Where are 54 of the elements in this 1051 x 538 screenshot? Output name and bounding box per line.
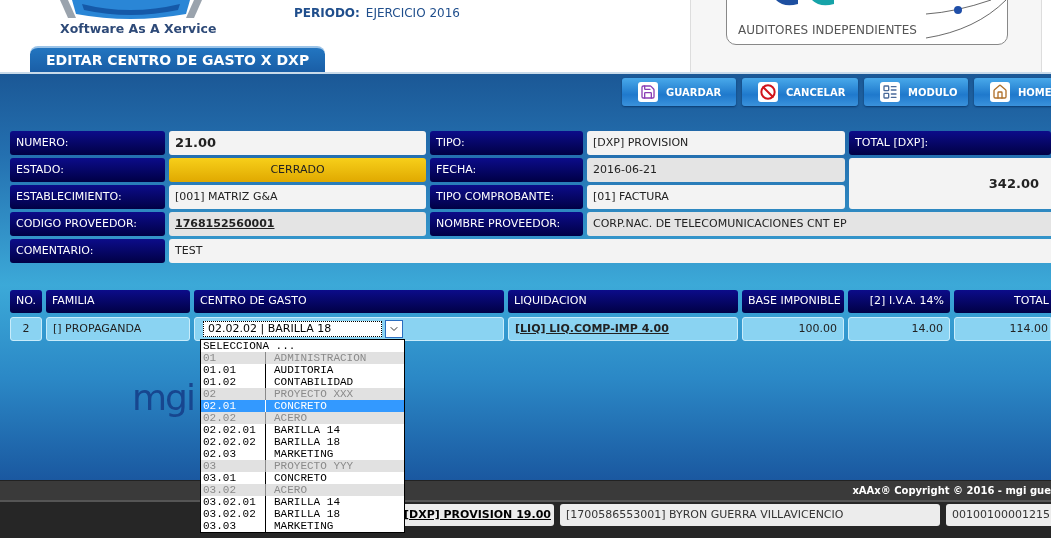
section-tab[interactable]: EDITAR CENTRO DE GASTO X DXP — [30, 46, 326, 72]
field-value: TEST — [169, 239, 1051, 263]
field-value: [01] FACTURA — [587, 185, 845, 209]
column-header: LIQUIDACION — [508, 290, 738, 313]
field-value: 2016-06-21 — [587, 158, 845, 182]
table-cell: [] PROPAGANDA — [46, 317, 190, 341]
field-label: ESTABLECIMIENTO: — [10, 185, 165, 209]
column-header: BASE IMPONIBLE — [742, 290, 844, 313]
dropdown-button[interactable] — [385, 320, 403, 338]
period-label: PERIODO: — [294, 5, 360, 20]
select-field[interactable]: 02.02.02 | BARILLA 18 — [203, 321, 382, 337]
field-value: [DXP] PROVISION — [587, 131, 845, 155]
field-label: ESTADO: — [10, 158, 165, 182]
home-icon — [992, 84, 1008, 100]
liquidation-link[interactable]: [LIQ] LIQ.COMP-IMP 4.00 — [515, 320, 669, 338]
period-value: EJERCICIO 2016 — [365, 5, 460, 20]
field-label: TIPO COMPROBANTE: — [430, 185, 583, 209]
supplier-code-link[interactable]: 1768152560001 — [175, 215, 275, 233]
field-label: FECHA: — [430, 158, 583, 182]
toolbar-button[interactable]: HOME — [974, 78, 1051, 106]
column-header: TOTAL — [954, 290, 1051, 313]
field-value: CORP.NAC. DE TELECOMUNICACIONES CNT EP — [587, 212, 1051, 236]
copyright-text: xAAx® Copyright © 2016 - mgi gue — [852, 484, 1051, 498]
field-value: 342.00 — [849, 158, 1051, 209]
field-label: CODIGO PROVEEDOR: — [10, 212, 165, 236]
field-label: TIPO: — [430, 131, 583, 155]
field-label: NUMERO: — [10, 131, 165, 155]
status-badge: CERRADO — [169, 158, 426, 182]
auditor-tagline: AUDITORES INDEPENDIENTES — [738, 22, 917, 39]
toolbar-button[interactable]: CANCELAR — [742, 78, 858, 106]
field-label: TOTAL [DXP]: — [849, 131, 1051, 155]
table-cell: 114.00 — [954, 317, 1051, 341]
field-value: [001] MATRIZ G&A — [169, 185, 426, 209]
table-cell: 00100100001215 — [946, 504, 1051, 526]
column-header: [2] I.V.A. 14% — [848, 290, 950, 313]
table-cell: 2 — [10, 317, 42, 341]
list-icon — [882, 84, 898, 100]
toolbar-button[interactable]: GUARDAR — [622, 78, 736, 106]
field-label: COMENTARIO: — [10, 239, 165, 263]
toolbar-button[interactable]: MODULO — [864, 78, 968, 106]
document-link[interactable]: [DXP] PROVISION 19.00 — [404, 506, 551, 524]
logo-icon — [60, 0, 202, 20]
background-logo: mgi — [132, 378, 194, 418]
table-cell: [1700586553001] BYRON GUERRA VILLAVICENCIO — [560, 504, 940, 526]
column-header: FAMILIA — [46, 290, 190, 313]
field-label: NOMBRE PROVEEDOR: — [430, 212, 583, 236]
table-cell: 100.00 — [742, 317, 844, 341]
save-icon — [640, 84, 656, 100]
column-header: CENTRO DE GASTO — [194, 290, 504, 313]
logo-tagline: Xoftware As A Xervice — [60, 21, 218, 37]
column-header: NO. — [10, 290, 42, 313]
field-value: 21.00 — [169, 131, 426, 155]
no-entry-icon — [760, 84, 776, 100]
table-cell: 14.00 — [848, 317, 950, 341]
